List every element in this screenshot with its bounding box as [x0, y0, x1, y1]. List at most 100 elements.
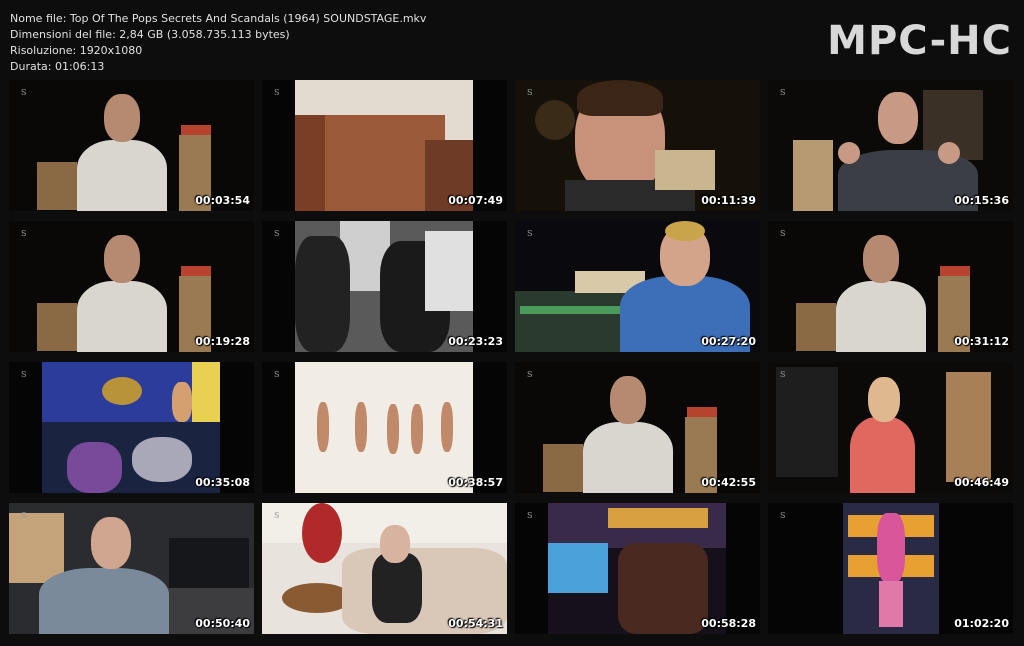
scene-shape [9, 513, 64, 583]
thumbnail-image [42, 362, 220, 493]
scene-shape [608, 508, 708, 528]
scene-shape [618, 543, 708, 634]
scene-shape [411, 404, 423, 454]
thumbnail[interactable]: S 00:11:39 [515, 80, 760, 211]
mpc-hc-logo: MPC-HC [827, 18, 1012, 64]
thumbnail[interactable]: S 00:58:28 [515, 503, 760, 634]
scene-shape [317, 402, 329, 452]
scene-shape [372, 553, 422, 623]
scene-shape [946, 372, 991, 482]
thumbnail[interactable]: S 00:07:49 [262, 80, 507, 211]
scene-shape [838, 142, 860, 164]
thumbnail-image [768, 80, 1013, 211]
scene-shape [535, 100, 575, 140]
scene-shape [425, 231, 473, 311]
scene-shape [877, 513, 905, 583]
thumbnail-image [768, 362, 1013, 493]
thumbnail-image [295, 221, 473, 352]
thumbnail-image [9, 80, 254, 211]
thumbnail-image [9, 221, 254, 352]
thumbnail-timestamp: 00:27:20 [701, 335, 756, 348]
scene-shape [441, 402, 453, 452]
scene-shape [665, 221, 705, 241]
scene-shape [387, 404, 399, 454]
thumbnail-timestamp: 00:38:57 [448, 476, 503, 489]
thumbnail-timestamp: 00:42:55 [701, 476, 756, 489]
scene-shape [868, 377, 900, 422]
scene-shape [850, 417, 915, 493]
thumbnail[interactable]: S 00:27:20 [515, 221, 760, 352]
scene-shape [295, 115, 325, 211]
thumbnail-timestamp: 00:58:28 [701, 617, 756, 630]
thumbnail[interactable]: S 00:46:49 [768, 362, 1013, 493]
thumbnail-timestamp: 01:02:20 [954, 617, 1009, 630]
scene-shape [583, 422, 673, 493]
channel-watermark: S [527, 88, 533, 97]
scene-shape [192, 362, 220, 422]
scene-shape [102, 377, 142, 405]
thumbnail-image [9, 503, 254, 634]
thumbnail[interactable]: S 00:42:55 [515, 362, 760, 493]
scene-shape [687, 407, 717, 417]
channel-watermark: S [527, 229, 533, 238]
thumbnail-timestamp: 00:23:23 [448, 335, 503, 348]
scene-shape [181, 266, 211, 276]
thumbnail[interactable]: S 00:03:54 [9, 80, 254, 211]
channel-watermark: S [274, 511, 280, 520]
scene-shape [77, 140, 167, 211]
channel-watermark: S [527, 511, 533, 520]
scene-shape [37, 303, 77, 351]
channel-watermark: S [780, 370, 786, 379]
file-info: Nome file: Top Of The Pops Secrets And S… [10, 11, 426, 75]
file-name: Nome file: Top Of The Pops Secrets And S… [10, 12, 427, 25]
scene-shape [793, 140, 833, 211]
thumbnail-timestamp: 00:54:31 [448, 617, 503, 630]
scene-shape [302, 503, 342, 563]
thumbnail[interactable]: S 00:19:28 [9, 221, 254, 352]
scene-shape [938, 142, 960, 164]
scene-shape [543, 444, 583, 492]
thumbnail[interactable]: S 00:54:31 [262, 503, 507, 634]
scene-shape [520, 306, 630, 314]
thumbnail-timestamp: 00:46:49 [954, 476, 1009, 489]
thumbnail-timestamp: 00:11:39 [701, 194, 756, 207]
channel-watermark: S [21, 370, 27, 379]
thumbnail-timestamp: 00:19:28 [195, 335, 250, 348]
thumbnail-timestamp: 00:03:54 [195, 194, 250, 207]
thumbnail-timestamp: 00:15:36 [954, 194, 1009, 207]
scene-shape [610, 376, 646, 424]
scene-shape [577, 80, 663, 116]
thumbnail[interactable]: S 00:15:36 [768, 80, 1013, 211]
channel-watermark: S [780, 88, 786, 97]
thumbnail[interactable]: S 00:31:12 [768, 221, 1013, 352]
thumbnail-timestamp: 00:50:40 [195, 617, 250, 630]
scene-shape [548, 543, 608, 593]
scene-shape [295, 236, 350, 352]
scene-shape [863, 235, 899, 283]
scene-shape [77, 281, 167, 352]
thumbnail[interactable]: S 00:38:57 [262, 362, 507, 493]
file-resolution: Risoluzione: 1920x1080 [10, 44, 143, 57]
thumbnail-image [515, 362, 760, 493]
scene-shape [91, 517, 131, 569]
channel-watermark: S [780, 229, 786, 238]
thumbnail[interactable]: S 00:35:08 [9, 362, 254, 493]
thumbnail[interactable]: S 01:02:20 [768, 503, 1013, 634]
scene-shape [380, 525, 410, 563]
thumbnail-image [262, 503, 507, 634]
channel-watermark: S [780, 511, 786, 520]
channel-watermark: S [21, 511, 27, 520]
thumbnail-timestamp: 00:07:49 [448, 194, 503, 207]
channel-watermark: S [274, 229, 280, 238]
channel-watermark: S [21, 229, 27, 238]
thumbnail-timestamp: 00:35:08 [195, 476, 250, 489]
thumbnail[interactable]: S 00:23:23 [262, 221, 507, 352]
scene-shape [776, 367, 838, 477]
scene-shape [39, 568, 169, 634]
thumbnail[interactable]: S 00:50:40 [9, 503, 254, 634]
thumbnail-image [843, 503, 939, 634]
scene-shape [104, 235, 140, 283]
scene-shape [355, 402, 367, 452]
thumbnail-image [295, 362, 473, 493]
channel-watermark: S [21, 88, 27, 97]
